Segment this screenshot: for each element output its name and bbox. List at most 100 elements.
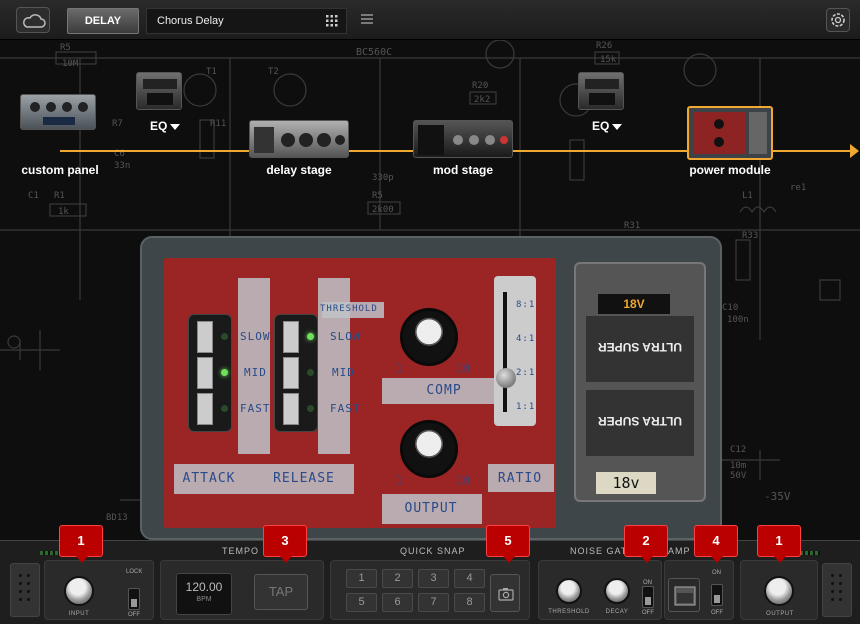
svg-text:R33: R33	[742, 231, 758, 241]
node-label-mod-stage[interactable]: mod stage	[413, 163, 513, 177]
gate-switch[interactable]	[642, 586, 654, 608]
snap-button-1[interactable]: 1	[346, 569, 377, 588]
delay-thumb-icon	[254, 127, 345, 153]
bpm-display[interactable]: 120.00 BPM	[176, 573, 232, 615]
snap-button-4[interactable]: 4	[454, 569, 485, 588]
eq-thumb-icon	[585, 79, 619, 105]
svg-text:L1: L1	[742, 191, 753, 201]
node-eq-2[interactable]	[578, 72, 624, 110]
battery-tag: 18v	[596, 472, 656, 494]
gate-off-label: OFF	[642, 610, 654, 616]
badge-tempo: 3	[263, 525, 307, 563]
menu-icon[interactable]	[360, 12, 374, 26]
badge-output: 1	[757, 525, 801, 563]
snap-button-2[interactable]: 2	[382, 569, 413, 588]
snapshot-button[interactable]	[490, 574, 520, 612]
comp-label: COMP	[426, 383, 462, 398]
attack-switch[interactable]	[188, 314, 232, 432]
release-fast-label: FAST	[330, 402, 361, 415]
schematic-part-bottom: BD13	[106, 513, 128, 523]
comp-knob[interactable]	[400, 308, 458, 366]
node-label-custom-panel[interactable]: custom panel	[20, 163, 100, 177]
output-knob-max: 10	[456, 474, 472, 487]
svg-text:R20: R20	[472, 81, 488, 91]
release-label: RELEASE	[273, 471, 335, 486]
tap-tempo-button[interactable]: TAP	[254, 574, 308, 610]
led-fast	[307, 405, 314, 412]
grid-icon[interactable]	[326, 15, 338, 27]
led-slow	[307, 333, 314, 340]
svg-text:2k00: 2k00	[372, 205, 394, 215]
cloud-icon	[23, 14, 46, 28]
svg-text:10M: 10M	[62, 59, 79, 69]
node-label-power-module[interactable]: power module	[680, 163, 780, 177]
eq-label: EQ	[150, 119, 168, 133]
attack-label: ATTACK	[182, 471, 236, 486]
module-badge[interactable]: DELAY	[67, 8, 139, 34]
badge-quick-snap: 5	[486, 525, 530, 563]
eq-label: EQ	[592, 119, 610, 133]
svg-text:C12: C12	[730, 445, 746, 455]
svg-text:R31: R31	[624, 221, 640, 231]
settings-button[interactable]	[826, 8, 850, 32]
output-knob-min: 1	[396, 474, 404, 487]
amp-switch[interactable]	[711, 584, 723, 606]
svg-text:C10: C10	[722, 303, 738, 313]
svg-text:T1: T1	[206, 67, 217, 77]
node-delay-stage[interactable]	[249, 120, 349, 158]
output-level-knob[interactable]	[764, 576, 794, 606]
node-label-delay-stage[interactable]: delay stage	[249, 163, 349, 177]
eq-dropdown-1[interactable]: EQ	[150, 119, 181, 133]
power-thumb-icon	[693, 112, 767, 154]
svg-text:50V: 50V	[730, 471, 747, 481]
comp-knob-min: 1	[396, 362, 404, 375]
node-eq-1[interactable]	[136, 72, 182, 110]
eq-dropdown-2[interactable]: EQ	[592, 119, 623, 133]
snap-button-5[interactable]: 5	[346, 593, 377, 612]
ratio-slider-handle[interactable]	[496, 368, 516, 388]
pedal-thumb-icon	[30, 102, 88, 125]
chain-arrow-icon	[850, 144, 859, 158]
mod-thumb-icon	[418, 125, 508, 155]
svg-text:R5: R5	[60, 43, 71, 53]
attack-slow-label: SLOW	[240, 330, 271, 343]
decay-knob[interactable]	[604, 578, 630, 604]
snap-button-6[interactable]: 6	[382, 593, 413, 612]
schematic-voltage: -35V	[764, 490, 791, 503]
node-power-module[interactable]	[687, 106, 773, 160]
snap-button-8[interactable]: 8	[454, 593, 485, 612]
input-label: INPUT	[68, 611, 90, 617]
snap-button-3[interactable]: 3	[418, 569, 449, 588]
lock-switch[interactable]	[128, 588, 140, 610]
battery-brand-2: ULTRA SUPER	[598, 414, 682, 428]
svg-text:R5: R5	[372, 191, 383, 201]
svg-text:1k: 1k	[58, 207, 69, 217]
release-switch[interactable]	[274, 314, 318, 432]
signal-chain-area: R5 10M T1 T2 BC560C R20 2k2 R26 15k R1 1k R5 2…	[0, 40, 860, 540]
camera-icon	[498, 588, 514, 601]
amp-off-label: OFF	[711, 610, 723, 616]
svg-text:100n: 100n	[727, 315, 749, 325]
svg-text:T2: T2	[268, 67, 279, 77]
preset-name-field[interactable]: Chorus Delay	[146, 8, 347, 34]
amp-button[interactable]	[668, 578, 700, 612]
eq-thumb-icon	[143, 79, 177, 105]
badge-amp: 4	[694, 525, 738, 563]
svg-text:R26: R26	[596, 41, 612, 51]
ratio-mark: 4:1	[516, 334, 536, 344]
battery-voltage-display: 18V	[598, 294, 670, 314]
cloud-button[interactable]	[16, 7, 50, 33]
node-mod-stage[interactable]	[413, 120, 513, 158]
svg-text:R7: R7	[112, 119, 123, 129]
ratio-slider[interactable]: 8:1 4:1 2:1 1:1	[494, 276, 536, 426]
svg-text:15k: 15k	[600, 55, 617, 65]
snap-button-7[interactable]: 7	[418, 593, 449, 612]
threshold-knob[interactable]	[556, 578, 582, 604]
attack-fast-label: FAST	[240, 402, 271, 415]
input-knob[interactable]	[64, 576, 94, 606]
preset-name: Chorus Delay	[157, 15, 224, 27]
triangle-down-icon	[612, 123, 623, 130]
node-custom-panel[interactable]	[20, 94, 96, 130]
attack-mid-label: MID	[244, 366, 267, 379]
output-knob[interactable]	[400, 420, 458, 478]
